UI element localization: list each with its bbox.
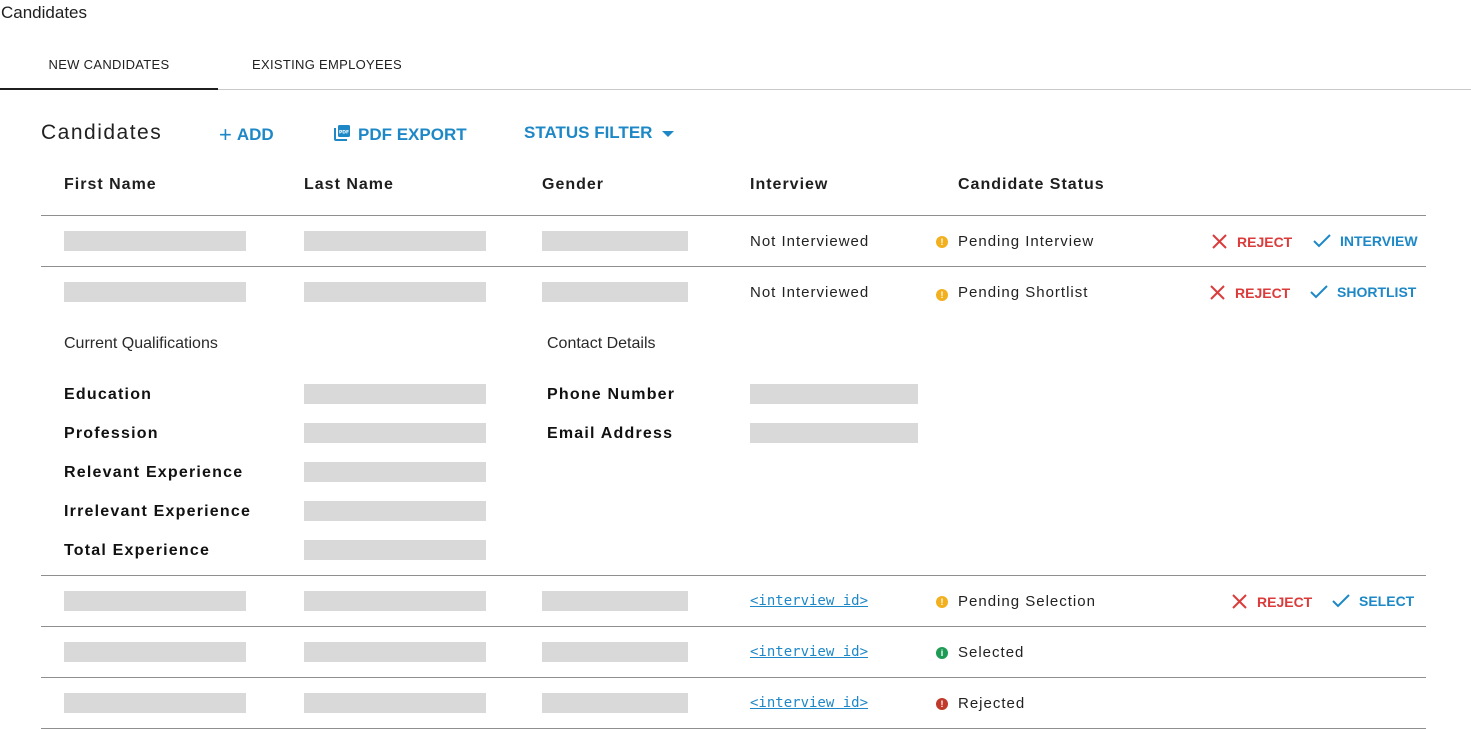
pending-status-icon: !: [936, 236, 948, 248]
education-label: Education: [64, 386, 153, 403]
candidate-status-text: Pending Interview: [958, 233, 1095, 250]
tab-new-candidates[interactable]: NEW CANDIDATES: [0, 40, 218, 90]
pdf-file-icon: PDF: [334, 124, 351, 146]
check-icon: [1313, 234, 1331, 248]
last-name-placeholder: [304, 231, 486, 251]
interview-button[interactable]: INTERVIEW: [1313, 233, 1418, 249]
reject-label: REJECT: [1257, 593, 1313, 610]
education-value-placeholder: [304, 384, 486, 404]
shortlist-button-label: SHORTLIST: [1337, 284, 1417, 300]
divider: [41, 677, 1426, 678]
svg-text:PDF: PDF: [339, 130, 349, 136]
candidate-status-text: Pending Shortlist: [958, 284, 1089, 301]
reject-button[interactable]: REJECT: [1209, 284, 1290, 301]
check-icon: [1310, 285, 1328, 299]
first-name-placeholder: [64, 231, 246, 251]
first-name-placeholder: [64, 642, 246, 662]
column-header-candidate-status[interactable]: Candidate Status: [958, 176, 1105, 194]
pending-status-icon: !: [936, 596, 948, 608]
interview-button-label: INTERVIEW: [1340, 233, 1418, 249]
last-name-placeholder: [304, 642, 486, 662]
reject-label: REJECT: [1237, 233, 1293, 250]
tab-bar: NEW CANDIDATES EXISTING EMPLOYEES: [0, 40, 1471, 90]
first-name-placeholder: [64, 591, 246, 611]
close-icon: [1210, 285, 1225, 300]
add-button[interactable]: + ADD: [219, 122, 274, 148]
plus-icon: +: [219, 122, 232, 147]
selected-status-icon: i: [936, 647, 948, 659]
gender-placeholder: [542, 231, 688, 251]
interview-status-text: Not Interviewed: [750, 233, 870, 250]
reject-button[interactable]: REJECT: [1211, 233, 1292, 250]
divider: [41, 266, 1426, 267]
rejected-status-icon: !: [936, 698, 948, 710]
column-header-interview[interactable]: Interview: [750, 176, 828, 194]
irrelevant-experience-label: Irrelevant Experience: [64, 503, 252, 520]
relevant-experience-value-placeholder: [304, 462, 486, 482]
profession-value-placeholder: [304, 423, 486, 443]
close-icon: [1212, 234, 1227, 249]
interview-id-link[interactable]: <interview id>: [750, 644, 868, 660]
add-button-label: ADD: [236, 125, 274, 144]
relevant-experience-label: Relevant Experience: [64, 464, 244, 481]
tab-existing-employees[interactable]: EXISTING EMPLOYEES: [218, 40, 436, 88]
pdf-export-button[interactable]: PDF PDF EXPORT: [334, 122, 467, 148]
phone-number-value-placeholder: [750, 384, 918, 404]
gender-placeholder: [542, 693, 688, 713]
qualifications-title: Current Qualifications: [64, 335, 218, 352]
first-name-placeholder: [64, 693, 246, 713]
select-button[interactable]: SELECT: [1332, 593, 1414, 609]
column-header-gender[interactable]: Gender: [542, 176, 604, 194]
candidate-status-text: Pending Selection: [958, 593, 1096, 610]
profession-label: Profession: [64, 425, 159, 442]
close-icon: [1232, 594, 1247, 609]
email-address-label: Email Address: [547, 425, 674, 442]
irrelevant-experience-value-placeholder: [304, 501, 486, 521]
status-filter-dropdown[interactable]: STATUS FILTER: [524, 120, 675, 146]
first-name-placeholder: [64, 282, 246, 302]
interview-status-text: Not Interviewed: [750, 284, 870, 301]
status-filter-label: STATUS FILTER: [524, 123, 653, 142]
last-name-placeholder: [304, 693, 486, 713]
phone-number-label: Phone Number: [547, 386, 676, 403]
page-title: Candidates: [1, 3, 88, 22]
section-title: Candidates: [41, 121, 163, 144]
gender-placeholder: [542, 642, 688, 662]
reject-label: REJECT: [1235, 284, 1291, 301]
interview-id-link[interactable]: <interview id>: [750, 593, 868, 609]
candidate-status-text: Selected: [958, 644, 1025, 661]
last-name-placeholder: [304, 591, 486, 611]
column-header-last-name[interactable]: Last Name: [304, 176, 394, 194]
divider: [41, 626, 1426, 627]
candidate-status-text: Rejected: [958, 695, 1026, 712]
last-name-placeholder: [304, 282, 486, 302]
gender-placeholder: [542, 591, 688, 611]
reject-button[interactable]: REJECT: [1231, 593, 1312, 610]
total-experience-value-placeholder: [304, 540, 486, 560]
contact-details-title: Contact Details: [547, 335, 656, 352]
interview-id-link[interactable]: <interview id>: [750, 695, 868, 711]
column-header-first-name[interactable]: First Name: [64, 176, 157, 194]
caret-down-icon: [662, 130, 675, 137]
pdf-export-label: PDF EXPORT: [358, 125, 467, 144]
email-address-value-placeholder: [750, 423, 918, 443]
divider: [41, 575, 1426, 576]
gender-placeholder: [542, 282, 688, 302]
total-experience-label: Total Experience: [64, 542, 211, 559]
select-button-label: SELECT: [1359, 593, 1415, 609]
shortlist-button[interactable]: SHORTLIST: [1310, 284, 1416, 300]
divider: [41, 215, 1426, 216]
check-icon: [1332, 594, 1350, 608]
pending-status-icon: !: [936, 289, 948, 301]
